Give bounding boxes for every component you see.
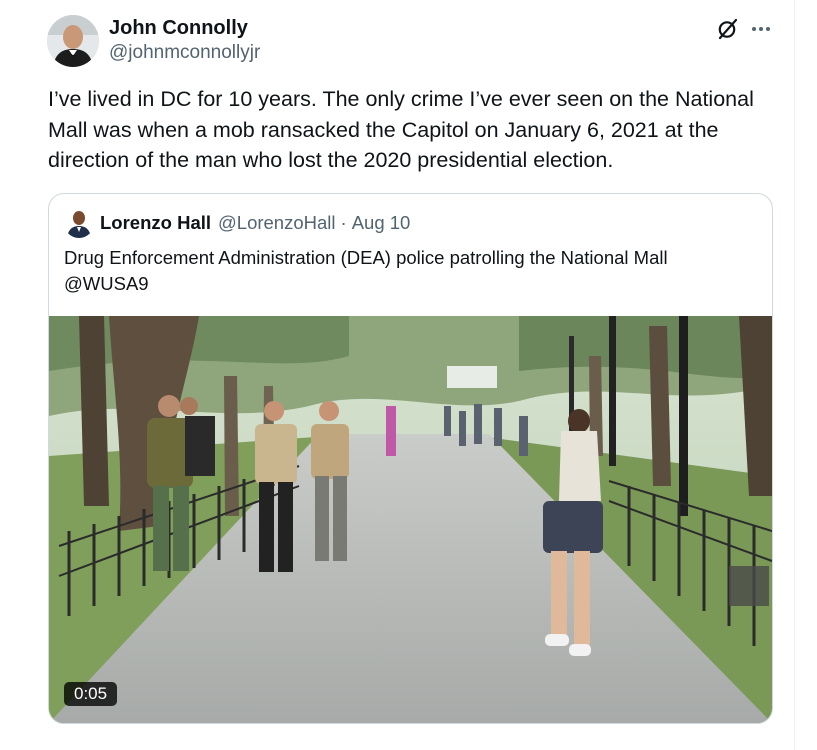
author-name[interactable]: John Connolly bbox=[109, 16, 248, 40]
more-icon[interactable] bbox=[749, 17, 773, 41]
author-handle[interactable]: @johnmconnollyjr bbox=[109, 41, 260, 65]
quote-video[interactable]: 0:05 bbox=[49, 316, 772, 723]
author-avatar[interactable] bbox=[47, 15, 99, 67]
quote-author-meta: @LorenzoHall · Aug 10 bbox=[218, 212, 410, 234]
tweet-text: I’ve lived in DC for 10 years. The only … bbox=[48, 87, 754, 172]
tweet[interactable]: John Connolly @johnmconnollyjr I’ve live… bbox=[0, 0, 794, 750]
video-frame bbox=[49, 316, 772, 723]
quoted-tweet[interactable]: Lorenzo Hall @LorenzoHall · Aug 10 Drug En… bbox=[48, 193, 773, 724]
quote-author-handle[interactable]: @LorenzoHall bbox=[218, 212, 336, 233]
quote-date[interactable]: Aug 10 bbox=[352, 212, 411, 233]
quote-author-name[interactable]: Lorenzo Hall bbox=[100, 212, 211, 234]
timeline-divider bbox=[794, 0, 795, 750]
grok-icon[interactable] bbox=[716, 17, 740, 41]
quote-author-avatar[interactable] bbox=[64, 208, 94, 238]
video-duration-badge: 0:05 bbox=[64, 682, 118, 706]
quote-text: Drug Enforcement Administration (DEA) po… bbox=[64, 247, 668, 294]
meta-separator: · bbox=[340, 212, 347, 233]
